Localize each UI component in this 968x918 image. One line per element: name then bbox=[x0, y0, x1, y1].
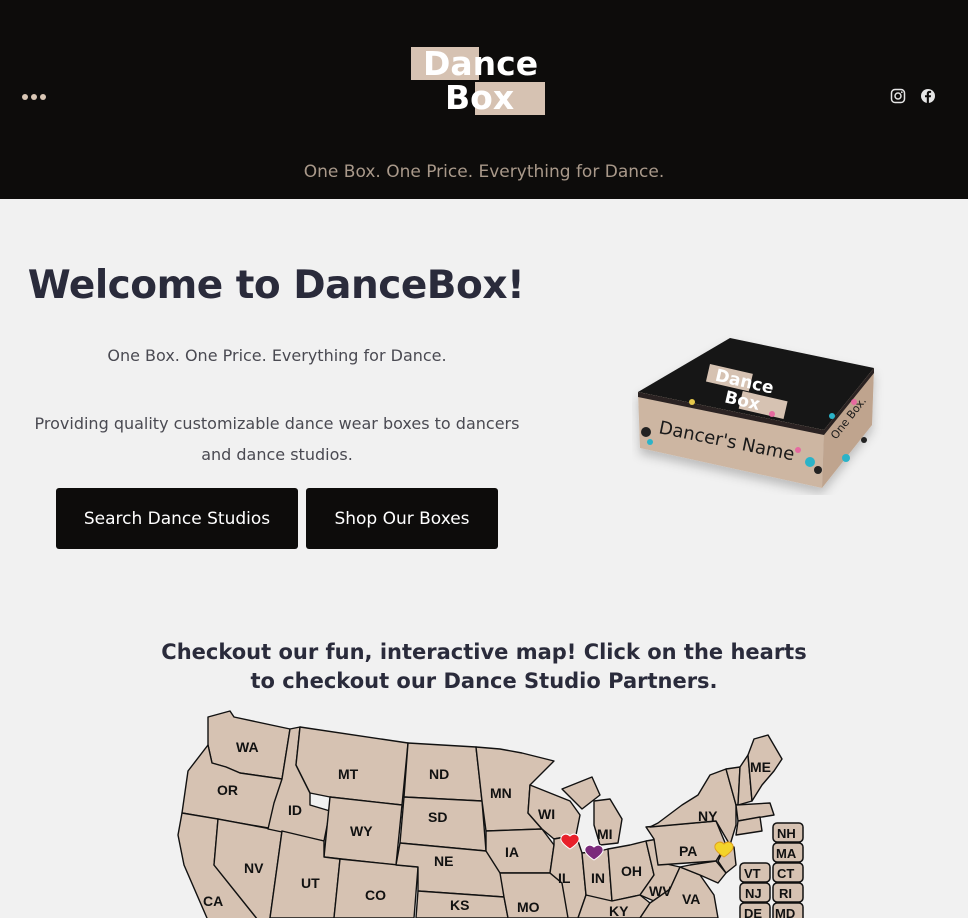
svg-text:WV: WV bbox=[649, 883, 672, 899]
svg-text:MD: MD bbox=[775, 906, 795, 918]
dancebox-product-image: Dance Box Dancer's Name One Box. bbox=[638, 338, 874, 488]
menu-dot bbox=[40, 94, 46, 100]
state-box-ri: RI bbox=[772, 882, 804, 903]
svg-text:IA: IA bbox=[505, 844, 519, 860]
svg-text:DE: DE bbox=[744, 906, 762, 918]
instagram-icon[interactable] bbox=[890, 88, 906, 104]
svg-text:WY: WY bbox=[350, 823, 373, 839]
svg-text:ND: ND bbox=[429, 766, 449, 782]
state-box-nj: NJ bbox=[739, 882, 771, 903]
svg-text:UT: UT bbox=[301, 875, 320, 891]
hero-subtitle: One Box. One Price. Everything for Dance… bbox=[107, 346, 447, 365]
svg-text:NH: NH bbox=[777, 826, 796, 841]
logo-word-box: Box bbox=[445, 78, 515, 117]
svg-text:MI: MI bbox=[597, 826, 613, 842]
state-box-nh: NH bbox=[772, 822, 804, 843]
page-title: Welcome to DanceBox! bbox=[27, 263, 525, 308]
svg-text:NE: NE bbox=[434, 853, 453, 869]
state-box-de: DE bbox=[739, 902, 771, 918]
state-box-md: MD bbox=[772, 902, 804, 918]
svg-text:NV: NV bbox=[244, 860, 264, 876]
logo-word-dance: Dance bbox=[423, 44, 539, 83]
svg-text:CT: CT bbox=[777, 866, 794, 881]
svg-text:RI: RI bbox=[779, 886, 792, 901]
menu-dot bbox=[31, 94, 37, 100]
svg-text:MO: MO bbox=[517, 899, 540, 915]
us-map[interactable]: WA OR ID MT ND MN WI MI NY ME SD WY NV U… bbox=[170, 705, 810, 918]
svg-text:OH: OH bbox=[621, 863, 642, 879]
state-box-vt: VT bbox=[739, 862, 771, 883]
svg-text:VT: VT bbox=[744, 866, 761, 881]
state-box-ma: MA bbox=[772, 842, 804, 863]
search-dance-studios-button[interactable]: Search Dance Studios bbox=[56, 488, 298, 549]
svg-text:WI: WI bbox=[538, 806, 555, 822]
site-header: Dance Box One Box. One Price. Everything… bbox=[0, 0, 968, 199]
svg-text:WA: WA bbox=[236, 739, 259, 755]
map-section-title: Checkout our fun, interactive map! Click… bbox=[161, 640, 807, 693]
svg-text:PA: PA bbox=[679, 843, 697, 859]
svg-text:IN: IN bbox=[591, 870, 605, 886]
svg-text:CO: CO bbox=[365, 887, 386, 903]
svg-text:KS: KS bbox=[450, 897, 469, 913]
facebook-icon[interactable] bbox=[920, 88, 936, 104]
svg-text:NY: NY bbox=[698, 808, 718, 824]
svg-text:ME: ME bbox=[750, 759, 771, 775]
shop-our-boxes-button[interactable]: Shop Our Boxes bbox=[306, 488, 498, 549]
svg-text:IL: IL bbox=[558, 870, 571, 886]
svg-text:MA: MA bbox=[776, 846, 797, 861]
svg-text:OR: OR bbox=[217, 782, 238, 798]
svg-text:MT: MT bbox=[338, 766, 359, 782]
svg-text:KY: KY bbox=[609, 903, 629, 918]
svg-text:VA: VA bbox=[682, 891, 700, 907]
state-box-ct: CT bbox=[772, 862, 804, 883]
svg-text:MN: MN bbox=[490, 785, 512, 801]
header-tagline: One Box. One Price. Everything for Dance… bbox=[303, 162, 665, 182]
menu-dot bbox=[22, 94, 28, 100]
site-logo[interactable]: Dance Box bbox=[411, 44, 547, 117]
svg-text:CA: CA bbox=[203, 893, 223, 909]
hero-description: Providing quality customizable dance wea… bbox=[34, 414, 520, 464]
menu-icon[interactable] bbox=[22, 90, 46, 104]
svg-text:SD: SD bbox=[428, 809, 447, 825]
svg-text:ID: ID bbox=[288, 802, 302, 818]
svg-text:NJ: NJ bbox=[745, 886, 762, 901]
